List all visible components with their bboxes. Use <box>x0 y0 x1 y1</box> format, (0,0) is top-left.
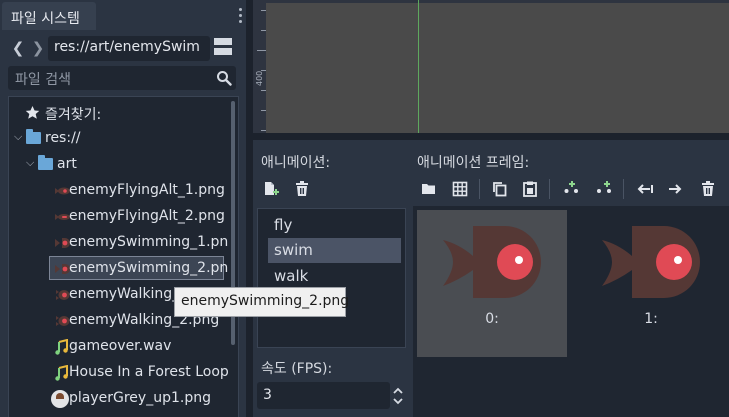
file-system-dock: 파일 시스템 ❮ ❯ res://art/enemySwim 파일 검색 즐겨찾… <box>0 0 246 417</box>
delete-frame-icon[interactable] <box>699 180 717 198</box>
paste-frame-icon[interactable] <box>521 180 539 198</box>
file-row[interactable]: enemyFlyingAlt_2.png <box>9 205 231 229</box>
folder-icon <box>26 129 41 144</box>
move-right-icon[interactable] <box>666 180 684 198</box>
canvas-viewport[interactable]: 400 <box>253 0 729 133</box>
load-spritesheet-icon[interactable] <box>451 180 469 198</box>
chevron-down-icon[interactable]: ⌵ <box>26 156 34 170</box>
favorites-label: 즐겨찾기: <box>45 107 102 123</box>
dock-menu-icon[interactable] <box>234 8 246 26</box>
favorites-row[interactable]: 즐겨찾기: <box>9 101 231 125</box>
y-axis-line <box>418 0 419 133</box>
fish-sprite-icon <box>602 226 700 298</box>
ruler-horizontal <box>253 0 729 3</box>
panel-divider[interactable] <box>253 133 729 140</box>
ruler-label: 400 <box>255 70 264 86</box>
move-left-icon[interactable] <box>636 180 654 198</box>
star-icon <box>25 105 40 119</box>
folder-row-art[interactable]: ⌵ art <box>9 153 231 177</box>
fish-swim-icon <box>55 264 70 274</box>
search-icon[interactable] <box>216 70 232 86</box>
folder-icon <box>38 155 53 170</box>
music-icon <box>55 365 68 381</box>
frame-cell-selected[interactable]: 0: <box>417 210 567 357</box>
new-animation-icon[interactable] <box>262 180 280 198</box>
nav-back-button[interactable]: ❮ <box>11 40 25 56</box>
frames-label: 애니메이션 프레임: <box>417 155 530 171</box>
dock-divider[interactable] <box>246 0 253 417</box>
folder-label: res:// <box>45 130 81 146</box>
file-tree: 즐겨찾기: ⌵ res:// ⌵ art enemyFlyingAlt_1.pn… <box>8 96 239 417</box>
fish-fly-icon <box>55 187 70 195</box>
file-label: House In a Forest Loop <box>69 364 229 380</box>
animation-item-selected[interactable]: swim <box>268 238 401 263</box>
folder-label: art <box>57 156 77 172</box>
load-frames-icon[interactable] <box>420 180 438 198</box>
frame-label: 1: <box>644 311 658 327</box>
fps-label: 속도 (FPS): <box>261 361 333 377</box>
file-row[interactable]: playerGrey_up1.png <box>9 387 231 411</box>
spinner-icon[interactable] <box>392 387 404 405</box>
player-icon <box>51 390 69 408</box>
split-view-toggle-icon[interactable] <box>214 38 234 58</box>
file-label: enemyWalking_ <box>69 286 180 302</box>
nav-forward-button[interactable]: ❯ <box>31 40 45 56</box>
insert-before-icon[interactable] <box>563 180 581 198</box>
animation-item[interactable]: fly <box>268 213 401 238</box>
file-row[interactable]: enemySwimming_1.pn <box>9 231 231 255</box>
search-input[interactable]: 파일 검색 <box>8 66 236 90</box>
file-label: gameover.wav <box>69 338 172 354</box>
sprite-frames-panel: 애니메이션: 애니메이션 프레임: fly swim walk 속도 (FPS)… <box>253 140 729 417</box>
animations-label: 애니메이션: <box>261 155 331 171</box>
tab-file-system[interactable]: 파일 시스템 <box>2 2 96 30</box>
frame-cell[interactable]: 1: <box>576 210 726 357</box>
copy-frame-icon[interactable] <box>491 180 509 198</box>
music-icon <box>55 339 68 355</box>
file-label: enemySwimming_1.pn <box>69 234 229 250</box>
ruler-vertical: 400 <box>253 0 266 133</box>
fish-sprite-icon <box>443 226 541 298</box>
fish-fly-icon <box>55 214 70 220</box>
file-label: enemyFlyingAlt_1.png <box>69 182 225 198</box>
file-label: enemyFlyingAlt_2.png <box>69 208 225 224</box>
file-row-selected[interactable]: enemySwimming_2.pn <box>49 256 228 280</box>
file-row[interactable]: House In a Forest Loop <box>9 361 231 385</box>
file-row[interactable]: gameover.wav <box>9 335 231 359</box>
chevron-down-icon[interactable]: ⌵ <box>14 130 22 144</box>
frame-grid: 0: 1: <box>413 206 729 417</box>
folder-row-res[interactable]: ⌵ res:// <box>9 127 231 151</box>
file-label: enemySwimming_2.pn <box>69 260 229 276</box>
frame-label: 0: <box>485 311 499 327</box>
file-row[interactable]: enemyFlyingAlt_1.png <box>9 179 231 203</box>
fish-walk-icon <box>56 316 70 326</box>
fish-walk-icon <box>56 290 70 300</box>
fish-swim-icon <box>55 238 70 248</box>
delete-animation-icon[interactable] <box>293 180 311 198</box>
path-input[interactable]: res://art/enemySwim <box>48 36 210 61</box>
fps-input[interactable]: 3 <box>257 382 390 409</box>
file-label: playerGrey_up1.png <box>69 390 211 406</box>
animation-item[interactable]: walk <box>268 264 401 289</box>
file-tooltip: enemySwimming_2.png <box>174 287 349 317</box>
animation-list: fly swim walk <box>257 208 406 348</box>
insert-after-icon[interactable] <box>595 180 613 198</box>
